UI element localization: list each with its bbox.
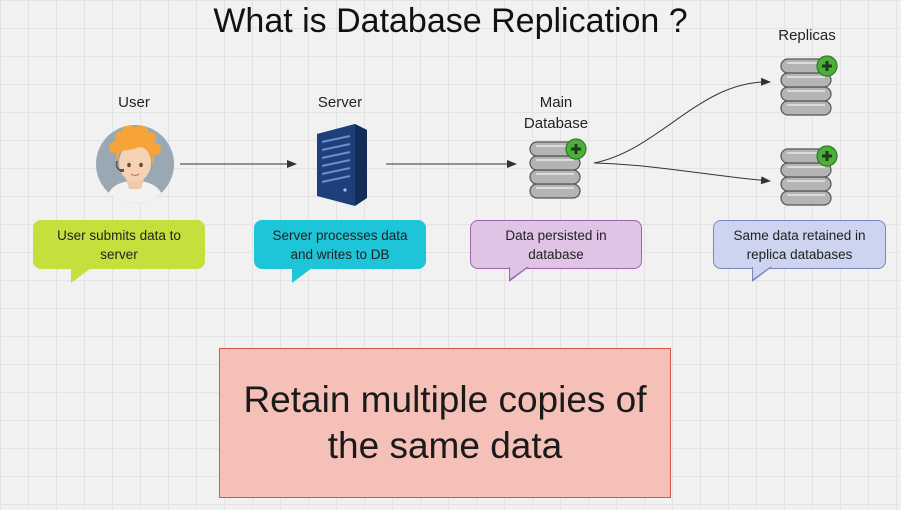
bubble-server-processes: Server processes data and writes to DB xyxy=(254,220,426,283)
arrow-database-to-replica-2 xyxy=(593,162,771,185)
bubble-database-line2: database xyxy=(528,246,584,262)
bubble-server-line1: Server processes data xyxy=(272,227,408,243)
main-database-label-line1: Main xyxy=(539,94,573,111)
bubble-replicas-line1: Same data retained in xyxy=(733,227,866,243)
plus-badge-icon xyxy=(816,55,838,77)
plus-badge-icon xyxy=(816,145,838,167)
bubble-tail xyxy=(71,268,91,283)
server-icon xyxy=(317,124,367,206)
callout-line1: Retain multiple copies of xyxy=(243,379,647,420)
bubble-user-line2: server xyxy=(100,246,138,262)
bubble-server-line2: and writes to DB xyxy=(290,246,390,262)
callout-line2: the same data xyxy=(327,425,563,466)
bubble-tail-fill xyxy=(510,267,527,279)
bubble-tail xyxy=(292,268,312,283)
arrow-database-to-replica-1 xyxy=(593,77,771,164)
user-label: User xyxy=(118,94,150,111)
replica-database-icon-2 xyxy=(780,145,838,206)
server-label: Server xyxy=(317,94,363,111)
bubble-database-line1: Data persisted in xyxy=(505,227,607,243)
plus-badge-icon xyxy=(565,138,587,160)
main-database-label-line2: Database xyxy=(523,115,589,132)
replica-database-icon-1 xyxy=(780,55,838,116)
database-icon xyxy=(529,138,587,199)
summary-callout: Retain multiple copies of the same data xyxy=(219,348,671,498)
main-database-label: Main Database xyxy=(515,92,597,134)
bubble-tail-fill xyxy=(753,267,770,279)
bubble-user-line1: User submits data to xyxy=(57,227,181,243)
replicas-label: Replicas xyxy=(778,27,836,44)
bubble-replicas-line2: replica databases xyxy=(746,246,853,262)
bubble-data-persisted: Data persisted in database xyxy=(470,220,642,282)
bubble-user-submits: User submits data to server xyxy=(33,220,205,283)
bubble-same-data-retained: Same data retained in replica databases xyxy=(713,220,886,282)
user-avatar-icon xyxy=(96,125,174,203)
